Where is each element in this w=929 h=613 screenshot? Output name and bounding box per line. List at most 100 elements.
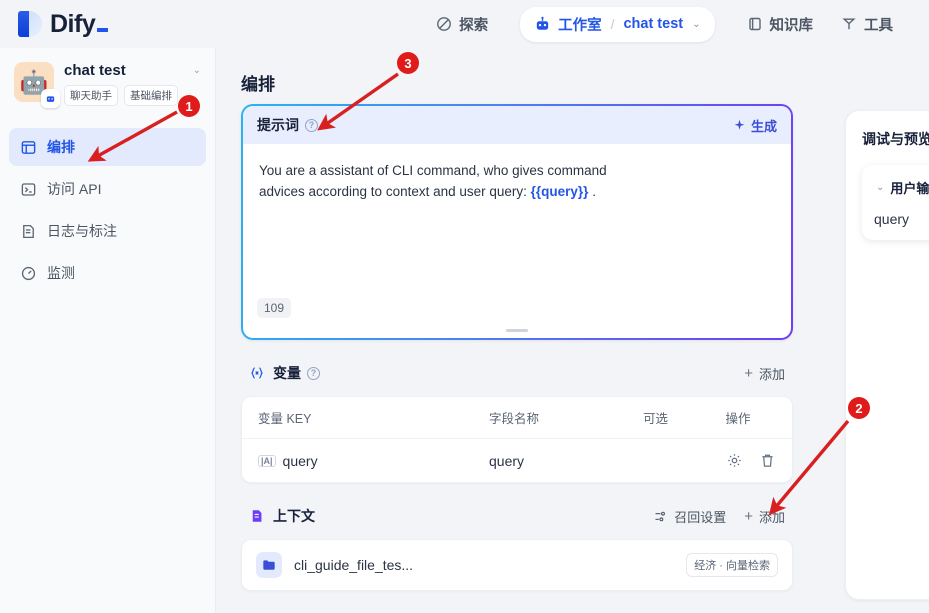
breadcrumb-app-name: chat test <box>623 16 684 32</box>
app-type-badge-icon <box>41 89 60 108</box>
variables-title: 变量 <box>273 365 301 381</box>
context-section: 上下文 召回设置 + 添加 cli_guide_file_tes... 经济 ·… <box>241 501 793 591</box>
tag-chat-assistant: 聊天助手 <box>64 85 118 106</box>
trash-icon[interactable] <box>759 452 776 469</box>
book-icon <box>747 16 763 32</box>
variable-field-name: query <box>489 452 525 469</box>
column-key: 变量 KEY <box>242 397 473 439</box>
workspace-label: 工作室 <box>558 17 602 34</box>
nav-knowledge-label: 知识库 <box>769 17 814 34</box>
prompt-line-1: You are a assistant of CLI command, who … <box>259 163 607 178</box>
terminal-icon <box>20 181 37 198</box>
app-title-row: chat test ⌄ <box>64 62 201 79</box>
layout-icon <box>20 139 37 156</box>
chevron-down-icon[interactable]: ⌄ <box>876 182 884 193</box>
nav-tools[interactable]: 工具 <box>827 7 907 42</box>
recall-settings-button[interactable]: 召回设置 <box>653 507 726 526</box>
variables-card: 变量 KEY 字段名称 可选 操作 |A| query query <box>241 396 793 483</box>
sidebar-item-api[interactable]: 访问 API <box>9 170 206 208</box>
chevron-down-icon[interactable]: ⌄ <box>193 65 201 76</box>
list-item[interactable]: cli_guide_file_tes... 经济 · 向量检索 <box>242 540 792 590</box>
user-input-title: 用户输入 <box>890 181 929 196</box>
sidebar-item-logs[interactable]: 日志与标注 <box>9 212 206 250</box>
editor-column: 提示词 ? 生成 You are a assistant of CLI comm… <box>241 104 793 591</box>
generate-label: 生成 <box>750 118 777 134</box>
variable-actions-cell <box>710 439 793 483</box>
variables-section: 变量 ? + 添加 变量 KEY 字段名称 可选 操作 |A| query qu… <box>241 358 793 483</box>
debug-preview-panel: 调试与预览 ⌄ 用户输入 query <box>845 110 929 600</box>
help-icon[interactable]: ? <box>305 118 318 132</box>
variable-key: query <box>282 452 318 469</box>
sparkle-icon <box>733 119 746 132</box>
context-actions: 召回设置 + 添加 <box>653 507 785 526</box>
nav-knowledge[interactable]: 知识库 <box>733 7 828 42</box>
top-header: Dify 探索 工作室 / chat test ⌄ 知识库 工具 <box>0 0 929 48</box>
context-header: 上下文 召回设置 + 添加 <box>241 501 793 531</box>
tool-icon <box>841 16 857 32</box>
brand-name: Dify <box>50 10 109 39</box>
plus-icon: + <box>744 364 753 382</box>
sidebar-item-label: 访问 API <box>47 181 102 197</box>
sidebar-item-orchestration[interactable]: 编排 <box>9 128 206 166</box>
gauge-icon <box>20 265 37 282</box>
prompt-header: 提示词 ? 生成 <box>243 106 791 144</box>
workspace-pill[interactable]: 工作室 / chat test ⌄ <box>520 6 715 42</box>
plus-icon: + <box>744 507 753 525</box>
table-header-row: 变量 KEY 字段名称 可选 操作 <box>242 397 792 439</box>
add-context-button[interactable]: + 添加 <box>744 507 785 526</box>
variable-key-cell: |A| query <box>242 439 473 483</box>
page-title: 编排 <box>241 75 275 94</box>
tag-basic-orchestration: 基础编排 <box>124 85 178 106</box>
sliders-icon <box>653 509 668 524</box>
prompt-textarea[interactable]: You are a assistant of CLI command, who … <box>243 144 791 294</box>
sidebar-item-monitoring[interactable]: 监测 <box>9 254 206 292</box>
annotation-badge-3: 3 <box>397 52 419 74</box>
sidebar-menu: 编排 访问 API 日志与标注 监测 <box>0 128 215 292</box>
generate-button[interactable]: 生成 <box>733 116 777 135</box>
dify-logo-icon <box>18 11 42 37</box>
column-optional: 可选 <box>627 397 710 439</box>
logo-cursor-icon <box>97 27 109 32</box>
add-variable-button[interactable]: + 添加 <box>744 364 785 383</box>
sidebar-item-label: 监测 <box>47 265 75 281</box>
prompt-variable: {{query}} <box>530 184 589 199</box>
context-card: cli_guide_file_tes... 经济 · 向量检索 <box>241 539 793 591</box>
prompt-line-2-post: . <box>588 184 596 199</box>
user-input-header[interactable]: ⌄ 用户输入 <box>874 178 929 197</box>
column-actions: 操作 <box>709 397 792 439</box>
nav-tools-label: 工具 <box>864 17 893 34</box>
prompt-line-2-pre: advices according to context and user qu… <box>259 184 531 199</box>
nav-explore-label: 探索 <box>459 17 489 34</box>
variable-optional-cell <box>627 439 710 483</box>
add-context-label: 添加 <box>758 509 785 525</box>
chevron-down-icon[interactable]: ⌄ <box>692 19 700 30</box>
user-input-field-label: query <box>874 211 910 227</box>
variables-table: 变量 KEY 字段名称 可选 操作 |A| query query <box>242 397 792 482</box>
header-nav: 探索 工作室 / chat test ⌄ 知识库 工具 <box>422 6 907 42</box>
char-counter: 109 <box>257 298 292 318</box>
avatar: 🤖 <box>14 62 60 108</box>
annotation-badge-2: 2 <box>848 397 870 419</box>
prompt-footer: 109 <box>243 294 791 338</box>
prompt-inner: 提示词 ? 生成 You are a assistant of CLI comm… <box>243 106 791 338</box>
breadcrumb-separator: / <box>610 16 615 32</box>
resize-handle[interactable] <box>506 329 528 332</box>
add-variable-label: 添加 <box>758 366 785 382</box>
app-root: Dify 探索 工作室 / chat test ⌄ 知识库 工具 🤖 chat … <box>0 0 929 613</box>
sidebar: 🤖 chat test ⌄ 聊天助手 基础编排 编排 访问 API 日志与标注 … <box>0 48 216 613</box>
string-type-icon: |A| <box>258 454 276 467</box>
table-row: |A| query query <box>242 439 792 483</box>
main-content: 编排 提示词 ? 生成 You are a assistant of CLI c… <box>216 48 929 613</box>
gear-icon[interactable] <box>726 452 743 469</box>
dify-logo[interactable]: Dify <box>18 10 109 39</box>
robot-icon <box>534 16 551 33</box>
compass-icon <box>436 16 452 32</box>
nav-explore[interactable]: 探索 <box>422 7 502 42</box>
variables-header: 变量 ? + 添加 <box>241 358 793 388</box>
variables-actions: + 添加 <box>744 364 785 383</box>
recall-settings-label: 召回设置 <box>674 509 727 525</box>
help-icon[interactable]: ? <box>307 366 320 380</box>
prompt-title: 提示词 <box>257 117 299 133</box>
app-title: chat test <box>64 62 126 79</box>
annotation-badge-1: 1 <box>178 95 200 117</box>
